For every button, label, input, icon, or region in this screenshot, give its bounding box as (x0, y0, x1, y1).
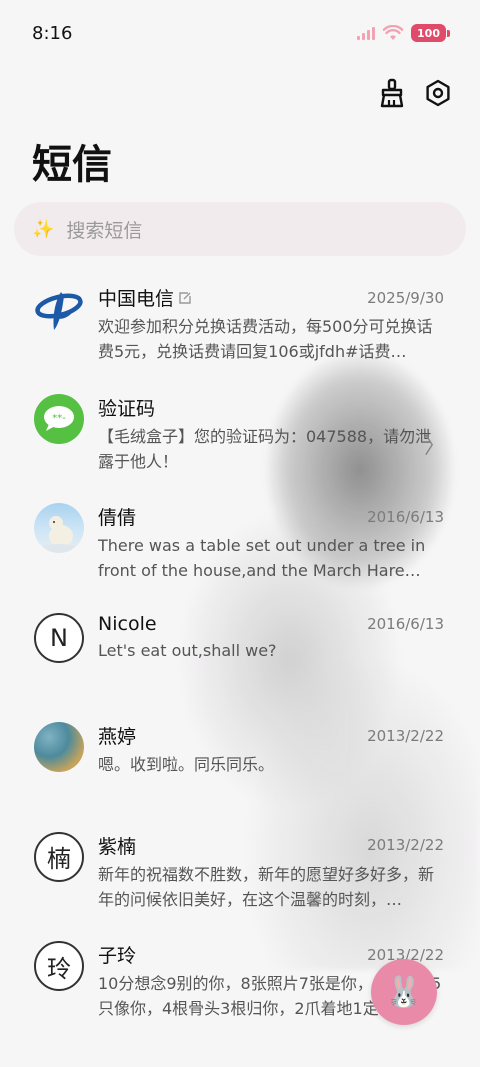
conversation-name: 紫楠 (98, 835, 137, 858)
top-actions (378, 76, 452, 110)
settings-button[interactable] (424, 76, 452, 110)
conversation-date: 2016/6/13 (367, 614, 444, 633)
conversation-row[interactable]: 倩倩 2016/6/13 There was a table set out u… (0, 489, 480, 599)
conversation-row[interactable]: 楠 紫楠 2013/2/22 新年的祝福数不胜数，新年的愿望好多好多，新年的问候… (0, 818, 480, 928)
avatar-letter: 玲 (34, 941, 84, 991)
conversation-preview: 新年的祝福数不胜数，新年的愿望好多好多，新年的问候依旧美好，在这个温馨的时刻，… (98, 864, 435, 909)
conversation-date: 2013/2/22 (367, 726, 444, 745)
conversation-preview: 欢迎参加积分兑换话费活动，每500分可兑换话费5元，兑换话费请回复106或jfd… (98, 317, 433, 361)
signal-icon (357, 26, 376, 40)
clean-button[interactable] (378, 76, 406, 110)
conversation-preview: 嗯。收到啦。同乐同乐。 (98, 755, 275, 774)
battery-icon: 100 (411, 24, 450, 42)
search-bar[interactable]: ✨ 搜索短信 (14, 202, 466, 256)
broom-icon (380, 78, 404, 108)
conversation-preview: There was a table set out under a tree i… (98, 536, 426, 580)
status-icons: 100 (357, 24, 450, 42)
sparkle-icon: ✨ (32, 218, 55, 240)
conversation-name: Nicole (98, 612, 157, 635)
conversation-name: 中国电信 (98, 284, 192, 311)
polar-bear-photo (34, 503, 84, 553)
avatar-letter: 楠 (34, 831, 84, 882)
conversation-row[interactable]: 燕婷 2013/2/22 嗯。收到啦。同乐同乐。 (0, 708, 480, 818)
conversation-name: 倩倩 (98, 507, 137, 529)
landscape-photo (34, 722, 84, 772)
conversation-name: 子玲 (98, 945, 137, 967)
page-title: 短信 (32, 142, 112, 188)
edit-note-icon (179, 291, 191, 304)
battery-level: 100 (411, 24, 446, 42)
conversation-name: 验证码 (98, 397, 156, 420)
conversation-date: 2025/9/30 (367, 288, 444, 307)
avatar-letter: N (34, 612, 84, 663)
conversation-row[interactable]: N Nicole 2016/6/13 Let's eat out,shall w… (0, 599, 480, 709)
conversation-list: 中国电信 2025/9/30 欢迎参加积分兑换话费活动，每500分可兑换话费5元… (0, 270, 480, 1037)
conversation-row[interactable]: 中国电信 2025/9/30 欢迎参加积分兑换话费活动，每500分可兑换话费5元… (0, 270, 480, 380)
status-bar: 8:16 100 (0, 0, 480, 66)
bunny-icon: 🐰 (385, 974, 423, 1010)
message-bubble-icon: **- (34, 393, 84, 444)
status-time: 8:16 (32, 22, 73, 44)
compose-button[interactable]: 🐰 (371, 959, 437, 1025)
search-placeholder: 搜索短信 (66, 219, 143, 242)
svg-text:**-: **- (52, 413, 66, 424)
conversation-preview: Let's eat out,shall we? (98, 640, 277, 660)
chevron-right-icon: 〉 (423, 433, 446, 459)
conversation-row[interactable]: **- 验证码 【毛绒盒子】您的验证码为：047588，请勿泄露于他人！ 〉 (0, 380, 480, 490)
wifi-icon (383, 25, 404, 40)
conversation-preview: 【毛绒盒子】您的验证码为：047588，请勿泄露于他人！ (98, 426, 432, 471)
conversation-name: 燕婷 (98, 726, 137, 748)
settings-icon (426, 79, 450, 107)
conversation-date: 2013/2/22 (367, 836, 444, 854)
conversation-date: 2016/6/13 (367, 507, 444, 526)
china-telecom-logo (34, 284, 84, 334)
